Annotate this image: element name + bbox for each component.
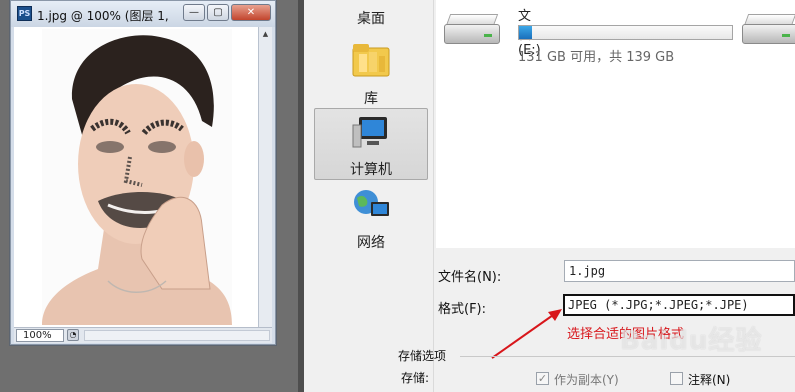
scroll-up-arrow-icon[interactable]: ▲ bbox=[259, 27, 272, 41]
photoshop-app-icon: PS bbox=[17, 6, 32, 21]
drive-entry[interactable]: 文档 (E:) 131 GB 可用，共 139 GB bbox=[444, 9, 733, 65]
document-status-bar: 100% ◔ bbox=[14, 327, 272, 343]
as-copy-checkbox[interactable]: ✓ bbox=[536, 372, 549, 385]
zoom-level-field[interactable]: 100% bbox=[16, 329, 64, 342]
face-photo-image bbox=[42, 35, 232, 325]
navigation-pane: 桌面 库 计算机 网络 bbox=[304, 0, 434, 392]
document-titlebar[interactable]: PS 1.jpg @ 100% (图层 1, — ▢ ✕ bbox=[11, 1, 275, 27]
network-icon bbox=[354, 190, 389, 216]
format-select[interactable]: JPEG (*.JPG;*.JPEG;*.JPE) bbox=[563, 294, 795, 316]
library-folder-icon bbox=[352, 44, 390, 77]
drive-free-space: 131 GB 可用，共 139 GB bbox=[518, 50, 675, 65]
nav-item-desktop[interactable]: 桌面 bbox=[314, 8, 428, 28]
save-options-title: 存储选项 bbox=[398, 349, 447, 363]
notes-label: 注释(N) bbox=[688, 373, 731, 387]
filename-input[interactable]: 1.jpg bbox=[564, 260, 795, 282]
document-canvas[interactable] bbox=[14, 27, 260, 327]
as-copy-label: 作为副本(Y) bbox=[554, 373, 619, 387]
drive-usage-fill bbox=[519, 26, 532, 39]
baidu-watermark: Baidu经验 bbox=[620, 326, 763, 356]
photoshop-document-window: PS 1.jpg @ 100% (图层 1, — ▢ ✕ ▲ 100% ◔ bbox=[10, 0, 276, 345]
drive-led bbox=[484, 34, 492, 37]
notes-checkbox[interactable] bbox=[670, 372, 683, 385]
nav-item-label: 库 bbox=[364, 91, 378, 107]
file-list-pane: 文档 (E:) 131 GB 可用，共 139 GB bbox=[436, 0, 795, 248]
computer-icon bbox=[352, 117, 387, 148]
nav-item-label: 网络 bbox=[357, 235, 385, 251]
nav-item-library[interactable]: 库 bbox=[314, 40, 428, 108]
drive-usage-bar bbox=[518, 25, 733, 40]
drive-led bbox=[782, 34, 790, 37]
horizontal-scrollbar[interactable] bbox=[84, 330, 270, 341]
close-button[interactable]: ✕ bbox=[231, 4, 271, 21]
vertical-scrollbar[interactable]: ▲ bbox=[258, 27, 272, 327]
document-title: 1.jpg @ 100% (图层 1, bbox=[37, 9, 169, 23]
maximize-button[interactable]: ▢ bbox=[207, 4, 229, 21]
nav-item-label: 桌面 bbox=[357, 11, 385, 27]
nav-item-computer[interactable]: 计算机 bbox=[314, 108, 428, 180]
drive-entry-second[interactable] bbox=[742, 10, 795, 48]
edited-photo bbox=[42, 29, 232, 325]
nav-item-network[interactable]: 网络 bbox=[314, 188, 428, 252]
status-menu-icon[interactable]: ◔ bbox=[67, 329, 79, 341]
format-label: 格式(F): bbox=[438, 302, 487, 317]
minimize-button[interactable]: — bbox=[183, 4, 205, 21]
nav-item-label: 计算机 bbox=[350, 162, 392, 178]
filename-label: 文件名(N): bbox=[438, 270, 502, 285]
store-label: 存储: bbox=[401, 371, 430, 385]
